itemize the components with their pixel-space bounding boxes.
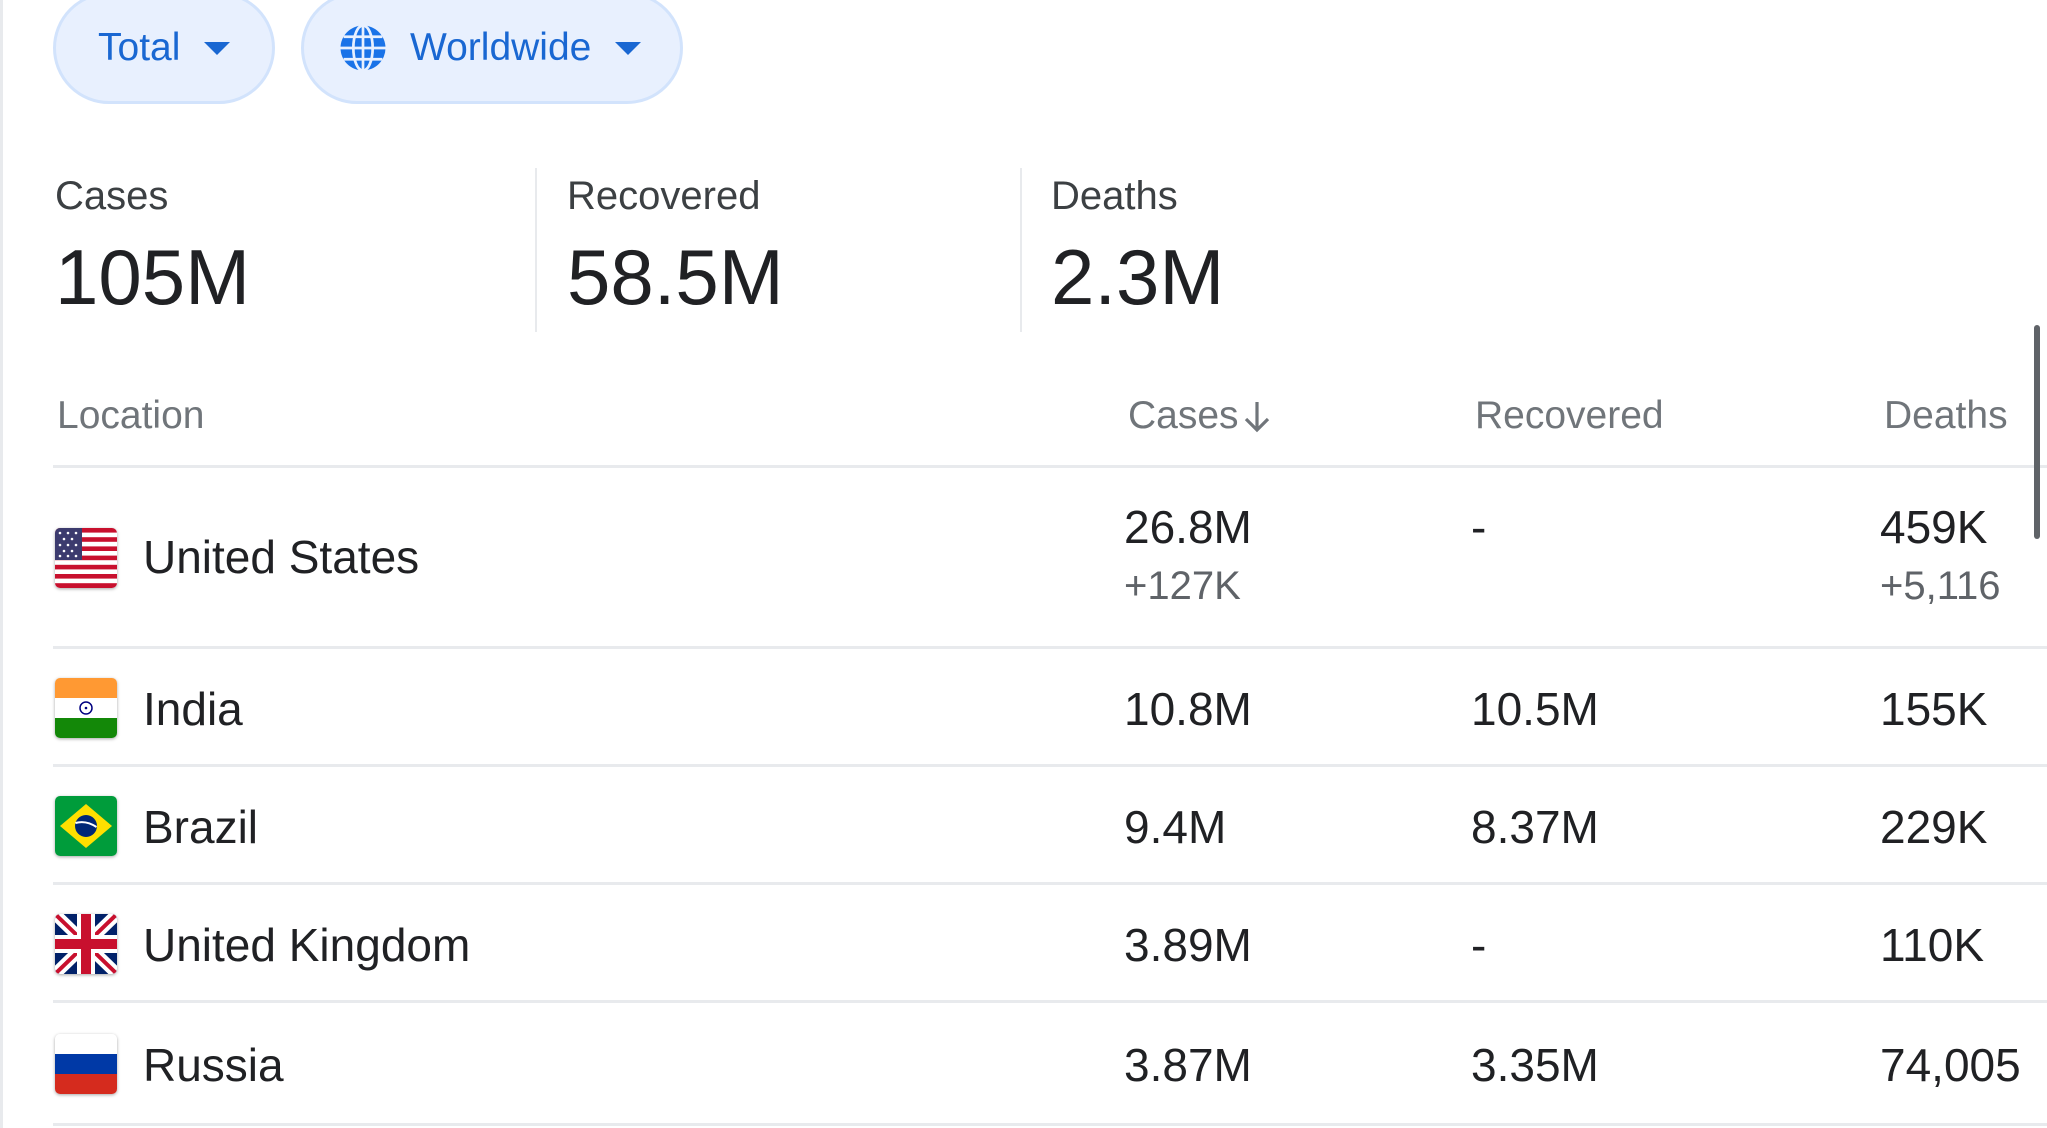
country-name: India	[143, 683, 243, 735]
deaths-value: 229K	[1880, 801, 1988, 853]
period-filter-chip[interactable]: Total	[53, 0, 275, 104]
summary-deaths-label: Deaths	[1051, 174, 1178, 218]
russia-flag-icon	[55, 1034, 117, 1094]
period-filter-label: Total	[98, 26, 181, 69]
deaths-value: 155K	[1880, 683, 1988, 735]
brazil-flag-icon	[55, 796, 117, 856]
us-flag-icon	[55, 528, 117, 588]
table-row[interactable]: United States 26.8M +127K - 459K +5,116	[0, 468, 2047, 648]
caret-down-icon	[615, 41, 642, 55]
table-row[interactable]: Russia 3.87M 3.35M 74,005	[0, 1003, 2047, 1120]
summary-divider	[535, 168, 537, 332]
cases-value: 9.4M	[1124, 801, 1227, 853]
recovered-value: -	[1471, 501, 1487, 553]
recovered-value: -	[1471, 919, 1487, 971]
recovered-value: 3.35M	[1471, 1039, 1599, 1091]
column-header-deaths[interactable]: Deaths	[1884, 394, 2008, 438]
column-header-recovered[interactable]: Recovered	[1475, 394, 1664, 438]
summary-recovered-label: Recovered	[567, 174, 761, 218]
cases-value: 26.8M	[1124, 501, 1252, 553]
region-filter-chip[interactable]: Worldwide	[301, 0, 683, 104]
caret-down-icon	[204, 41, 231, 55]
covid-stats-panel: Total Worldwide Cases 105M Recovered 58.…	[0, 0, 2047, 1128]
row-divider	[53, 1123, 2047, 1126]
globe-icon	[340, 24, 386, 72]
recovered-value: 10.5M	[1471, 683, 1599, 735]
country-name: United States	[143, 531, 420, 583]
summary-recovered-value: 58.5M	[567, 233, 784, 321]
summary-deaths-value: 2.3M	[1051, 233, 1225, 321]
deaths-value: 110K	[1880, 919, 1985, 971]
table-row[interactable]: United Kingdom 3.89M - 110K	[0, 885, 2047, 1002]
column-header-location[interactable]: Location	[57, 394, 204, 438]
column-header-cases[interactable]: Cases	[1128, 394, 1271, 438]
country-name: Russia	[143, 1039, 284, 1091]
summary-cases-label: Cases	[55, 174, 169, 218]
deaths-delta: +5,116	[1880, 564, 2001, 608]
india-flag-icon	[55, 678, 117, 738]
recovered-value: 8.37M	[1471, 801, 1599, 853]
column-header-cases-label: Cases	[1128, 394, 1239, 437]
cases-value: 3.89M	[1124, 919, 1252, 971]
summary-divider	[1020, 168, 1022, 332]
uk-flag-icon	[55, 914, 117, 974]
summary-cases-value: 105M	[55, 233, 251, 321]
cases-value: 3.87M	[1124, 1039, 1252, 1091]
table-row[interactable]: India 10.8M 10.5M 155K	[0, 649, 2047, 766]
cases-value: 10.8M	[1124, 683, 1252, 735]
scrollbar-thumb[interactable]	[2034, 325, 2040, 539]
country-name: Brazil	[143, 801, 259, 853]
country-name: United Kingdom	[143, 919, 471, 971]
deaths-value: 74,005	[1880, 1039, 2021, 1091]
region-filter-label: Worldwide	[410, 26, 592, 69]
table-row[interactable]: Brazil 9.4M 8.37M 229K	[0, 767, 2047, 884]
arrow-down-icon	[1244, 402, 1269, 433]
deaths-value: 459K	[1880, 501, 1988, 553]
cases-delta: +127K	[1124, 564, 1241, 608]
